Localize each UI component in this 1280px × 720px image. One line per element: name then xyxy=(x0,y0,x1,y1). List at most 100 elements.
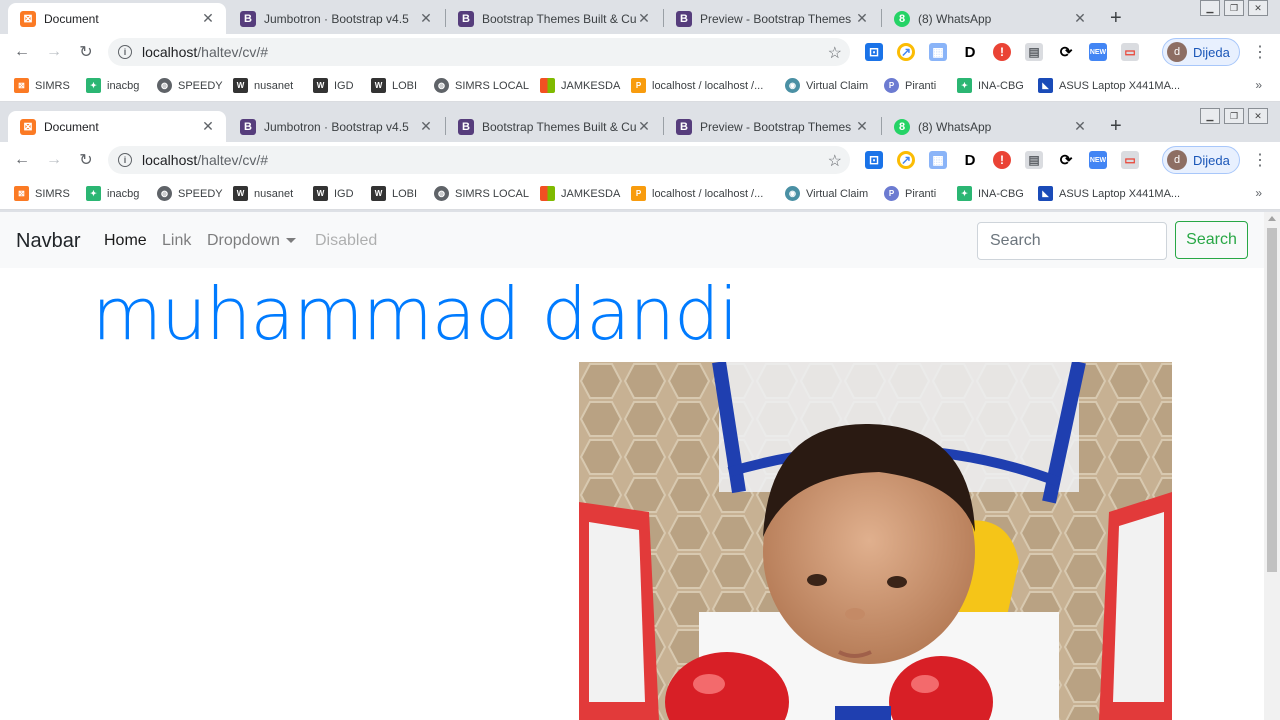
d-extension-icon[interactable]: D xyxy=(961,151,979,169)
nav-dropdown[interactable]: Dropdown xyxy=(207,232,296,250)
bookmark-virtual-claim[interactable]: ◉ Virtual Claim xyxy=(785,186,868,201)
close-icon[interactable]: ✕ xyxy=(1072,10,1088,27)
bookmark-simrs[interactable]: ⊠ SIMRS xyxy=(14,78,70,93)
nav-link-link[interactable]: Link xyxy=(162,232,191,250)
reader-extension-icon[interactable]: ▤ xyxy=(1025,151,1043,169)
bookmark-simrs-local[interactable]: ◍ SIMRS LOCAL xyxy=(434,186,529,201)
minimize-icon[interactable]: ▁ xyxy=(1200,108,1220,124)
info-icon[interactable]: i xyxy=(118,153,132,167)
bookmark-piranti[interactable]: P Piranti xyxy=(884,186,936,201)
close-icon[interactable]: ✕ xyxy=(636,118,652,135)
bookmarks-overflow-icon[interactable]: » xyxy=(1255,78,1262,92)
tab-document[interactable]: ⊠ Document ✕ xyxy=(8,3,226,34)
bookmark-speedy[interactable]: ◍ SPEEDY xyxy=(157,78,223,93)
bookmarks-overflow-icon[interactable]: » xyxy=(1255,186,1262,200)
cast-extension-icon[interactable]: ▭ xyxy=(1121,151,1139,169)
close-icon[interactable]: ✕ xyxy=(418,118,434,135)
sync-extension-icon[interactable]: ⟳ xyxy=(1057,43,1075,61)
tab-jumbotron[interactable]: B Jumbotron · Bootstrap v4.5 ✕ xyxy=(228,111,444,142)
bookmark-jamkesda[interactable]: JAMKESDA xyxy=(540,78,620,93)
tab-preview[interactable]: B Preview - Bootstrap Themes ✕ xyxy=(664,111,880,142)
bookmark-virtual-claim[interactable]: ◉ Virtual Claim xyxy=(785,78,868,93)
nav-link-home[interactable]: Home xyxy=(104,232,147,250)
d-extension-icon[interactable]: D xyxy=(961,43,979,61)
bookmark-speedy[interactable]: ◍ SPEEDY xyxy=(157,186,223,201)
close-icon[interactable]: ✕ xyxy=(200,10,216,27)
bookmark-lobi[interactable]: W LOBI xyxy=(371,78,417,93)
page-scrollbar[interactable] xyxy=(1264,212,1280,720)
alert-extension-icon[interactable]: ! xyxy=(993,43,1011,61)
close-icon[interactable]: ✕ xyxy=(854,118,870,135)
globe-icon: ◍ xyxy=(157,186,172,201)
reader-extension-icon[interactable]: ▤ xyxy=(1025,43,1043,61)
bookmark-star-icon[interactable]: ☆ xyxy=(828,43,842,63)
close-icon[interactable]: ✕ xyxy=(636,10,652,27)
cast-extension-icon[interactable]: ▭ xyxy=(1121,43,1139,61)
tab-document[interactable]: ⊠ Document ✕ xyxy=(8,111,226,142)
restore-icon[interactable]: ❐ xyxy=(1224,108,1244,124)
address-bar[interactable]: i localhost/haltev/cv/# ☆ xyxy=(108,146,850,174)
back-icon[interactable]: ← xyxy=(12,150,32,170)
profile-button[interactable]: d Dijeda xyxy=(1162,38,1240,66)
close-icon[interactable]: ✕ xyxy=(1072,118,1088,135)
scroll-up-icon[interactable] xyxy=(1268,216,1276,221)
profile-button[interactable]: d Dijeda xyxy=(1162,146,1240,174)
bookmark-ina-cbg[interactable]: ✦ INA-CBG xyxy=(957,78,1024,93)
back-icon[interactable]: ← xyxy=(12,42,32,62)
search-button[interactable]: Search xyxy=(1175,221,1248,259)
address-bar[interactable]: i localhost/haltev/cv/# ☆ xyxy=(108,38,850,66)
tab-whatsapp[interactable]: 8 (8) WhatsApp ✕ xyxy=(882,3,1098,34)
forward-icon[interactable]: → xyxy=(44,150,64,170)
speed-extension-icon[interactable]: ↗ xyxy=(897,43,915,61)
bookmark-jamkesda[interactable]: JAMKESDA xyxy=(540,186,620,201)
navbar-brand[interactable]: Navbar xyxy=(16,230,80,253)
sync-extension-icon[interactable]: ⟳ xyxy=(1057,151,1075,169)
bookmark-asus[interactable]: ◣ ASUS Laptop X441MA... xyxy=(1038,78,1180,93)
grid-extension-icon[interactable]: ▦ xyxy=(929,43,947,61)
bookmark-nusanet[interactable]: Wnusanet xyxy=(233,186,293,201)
restore-icon[interactable]: ❐ xyxy=(1224,0,1244,16)
grid-extension-icon[interactable]: ▦ xyxy=(929,151,947,169)
bookmark-ina-cbg[interactable]: ✦ INA-CBG xyxy=(957,186,1024,201)
tab-whatsapp[interactable]: 8 (8) WhatsApp ✕ xyxy=(882,111,1098,142)
bookmark-phpmyadmin[interactable]: Plocalhost / localhost /... xyxy=(631,186,763,201)
new-extension-icon[interactable]: NEW xyxy=(1089,151,1107,169)
screenshot-extension-icon[interactable]: ⊡ xyxy=(865,43,883,61)
tab-bootstrap-themes[interactable]: B Bootstrap Themes Built & Curate ✕ xyxy=(446,3,662,34)
bookmark-lobi[interactable]: W LOBI xyxy=(371,186,417,201)
search-input[interactable] xyxy=(977,222,1167,260)
bookmark-phpmyadmin[interactable]: Plocalhost / localhost /... xyxy=(631,78,763,93)
menu-icon[interactable]: ⋮ xyxy=(1252,150,1268,170)
close-icon[interactable]: ✕ xyxy=(200,118,216,135)
bookmark-igd[interactable]: W IGD xyxy=(313,78,354,93)
window-close-icon[interactable]: ✕ xyxy=(1248,108,1268,124)
bookmark-inacbg[interactable]: ✦ inacbg xyxy=(86,186,139,201)
bookmark-igd[interactable]: W IGD xyxy=(313,186,354,201)
speed-extension-icon[interactable]: ↗ xyxy=(897,151,915,169)
bookmark-inacbg[interactable]: ✦ inacbg xyxy=(86,78,139,93)
tab-bootstrap-themes[interactable]: B Bootstrap Themes Built & Curate ✕ xyxy=(446,111,662,142)
new-tab-icon[interactable]: + xyxy=(1110,115,1122,138)
tab-preview[interactable]: B Preview - Bootstrap Themes ✕ xyxy=(664,3,880,34)
forward-icon[interactable]: → xyxy=(44,42,64,62)
info-icon[interactable]: i xyxy=(118,45,132,59)
new-extension-icon[interactable]: NEW xyxy=(1089,43,1107,61)
bookmark-simrs[interactable]: ⊠ SIMRS xyxy=(14,186,70,201)
new-tab-icon[interactable]: + xyxy=(1110,7,1122,30)
bookmark-piranti[interactable]: P Piranti xyxy=(884,78,936,93)
window-close-icon[interactable]: ✕ xyxy=(1248,0,1268,16)
bookmark-asus[interactable]: ◣ ASUS Laptop X441MA... xyxy=(1038,186,1180,201)
minimize-icon[interactable]: ▁ xyxy=(1200,0,1220,16)
bookmark-nusanet[interactable]: Wnusanet xyxy=(233,78,293,93)
scrollbar-thumb[interactable] xyxy=(1267,228,1277,572)
screenshot-extension-icon[interactable]: ⊡ xyxy=(865,151,883,169)
close-icon[interactable]: ✕ xyxy=(418,10,434,27)
reload-icon[interactable]: ↻ xyxy=(76,42,96,62)
bookmark-simrs-local[interactable]: ◍ SIMRS LOCAL xyxy=(434,78,529,93)
menu-icon[interactable]: ⋮ xyxy=(1252,42,1268,62)
close-icon[interactable]: ✕ xyxy=(854,10,870,27)
tab-jumbotron[interactable]: B Jumbotron · Bootstrap v4.5 ✕ xyxy=(228,3,444,34)
reload-icon[interactable]: ↻ xyxy=(76,150,96,170)
bookmark-star-icon[interactable]: ☆ xyxy=(828,151,842,171)
alert-extension-icon[interactable]: ! xyxy=(993,151,1011,169)
